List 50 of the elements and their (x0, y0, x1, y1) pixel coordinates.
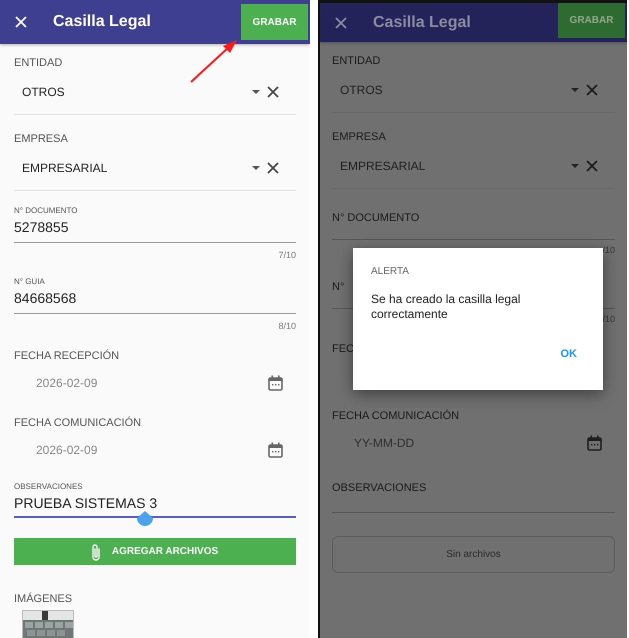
date-field[interactable]: YY-MM-DD (354, 436, 587, 450)
character-counter: 8/10 (278, 320, 296, 333)
field-label: N° GUIA (14, 276, 45, 288)
date-field[interactable]: 2026-02-09 (36, 376, 268, 390)
field-label: EMPRESA (14, 132, 68, 146)
field-label: FECHA COMUNICACIÓN (14, 416, 142, 430)
dropdown-caret-icon[interactable] (252, 166, 260, 170)
field-label: ENTIDAD (14, 56, 62, 70)
select-field[interactable]: EMPRESARIAL (332, 144, 615, 189)
dialog-message: Se ha creado la casilla legal correctamente (371, 292, 522, 322)
add-files-button[interactable]: AGREGAR ARCHIVOS (14, 538, 296, 565)
calendar-icon[interactable] (268, 442, 283, 458)
select-field[interactable]: OTROS (332, 68, 615, 113)
character-counter: /10 (602, 313, 615, 326)
field-label: EMPRESA (332, 130, 386, 144)
clear-icon[interactable] (266, 161, 280, 175)
dropdown-caret-icon[interactable] (252, 90, 260, 94)
select-field[interactable]: OTROS (14, 70, 296, 115)
paperclip-icon (92, 542, 100, 560)
arrow (189, 38, 239, 84)
character-counter: /10 (602, 244, 615, 257)
field-label: OBSERVACIONES (332, 481, 426, 495)
clear-icon[interactable] (266, 85, 280, 99)
screen-title: Casilla Legal (373, 14, 472, 32)
field-label: OBSERVACIONES (14, 481, 83, 493)
select-field[interactable]: EMPRESARIAL (14, 146, 296, 191)
save-button[interactable]: GRABAR (558, 3, 625, 38)
section-label: IMÁGENES (14, 592, 72, 606)
field-label: FECHA COMUNICACIÓN (332, 409, 460, 423)
calendar-icon[interactable] (587, 435, 602, 451)
save-button[interactable]: GRABAR (241, 4, 308, 40)
field-label: N° (332, 280, 344, 294)
field-label: N° DOCUMENTO (332, 211, 420, 225)
screen-title: Casilla Legal (53, 13, 152, 31)
field-label: ENTIDAD (332, 54, 380, 68)
field-label: FECHA RECEPCIÓN (14, 349, 120, 363)
calendar-icon[interactable] (268, 375, 283, 391)
input-field[interactable]: 5278855 (14, 217, 296, 243)
field-label: FEC (332, 342, 354, 356)
input-field[interactable]: 84668568 (14, 288, 296, 314)
dialog-title: ALERTA (371, 266, 410, 277)
dropdown-caret-icon[interactable] (571, 88, 579, 92)
dropdown-caret-icon[interactable] (571, 164, 579, 168)
character-counter: 7/10 (278, 249, 296, 262)
cursor-handle-icon[interactable] (136, 510, 154, 527)
close-icon[interactable] (334, 16, 348, 30)
ok-button[interactable]: OK (556, 344, 581, 364)
field-label: N° DOCUMENTO (14, 205, 78, 217)
empty-files-box: Sin archivos (332, 536, 615, 573)
date-field[interactable]: 2026-02-09 (36, 443, 268, 457)
